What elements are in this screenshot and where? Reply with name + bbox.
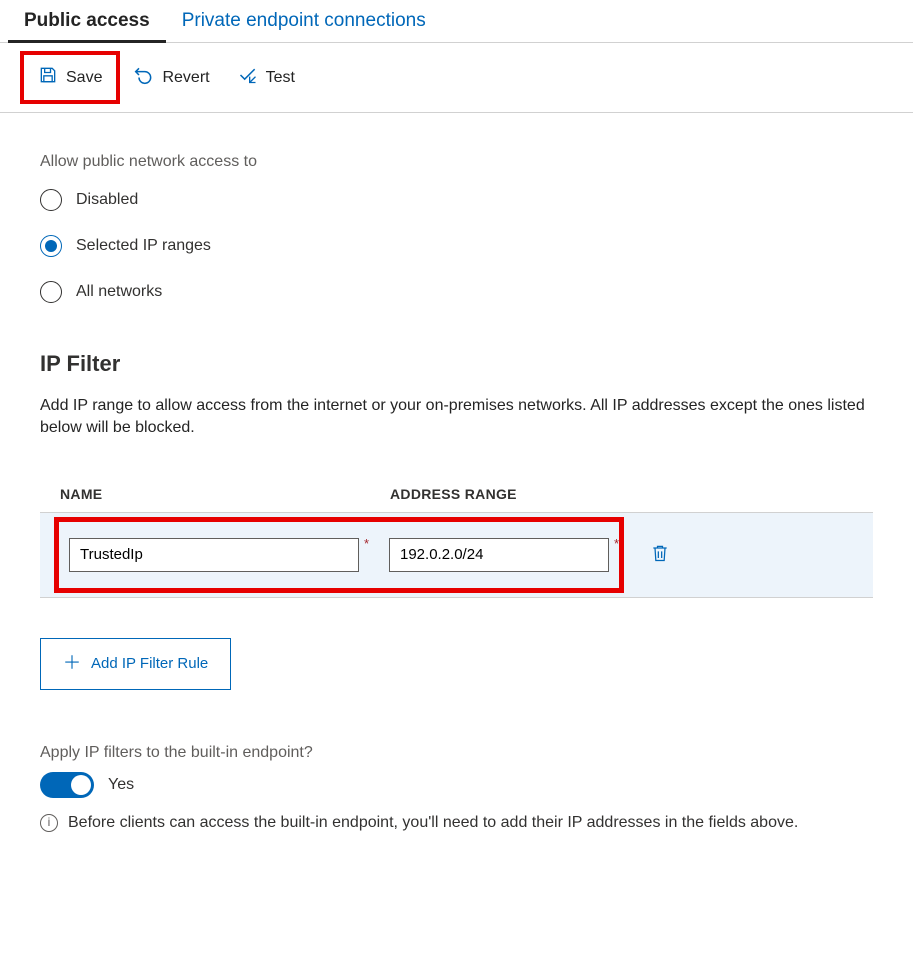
- revert-icon: [134, 65, 154, 90]
- radio-icon: [40, 235, 62, 257]
- access-radio-group: Disabled Selected IP ranges All networks: [40, 189, 873, 303]
- required-indicator: *: [364, 536, 369, 551]
- builtin-info-text: Before clients can access the built-in e…: [68, 812, 798, 834]
- builtin-endpoint-label: Apply IP filters to the built-in endpoin…: [40, 744, 873, 762]
- ip-filter-heading: IP Filter: [40, 351, 873, 377]
- radio-selected-ip-label: Selected IP ranges: [76, 237, 211, 255]
- address-field-wrap: *: [389, 538, 609, 572]
- builtin-endpoint-toggle[interactable]: [40, 772, 94, 798]
- ip-filter-row: * *: [40, 512, 873, 598]
- tab-private-endpoint[interactable]: Private endpoint connections: [166, 0, 442, 43]
- access-section-label: Allow public network access to: [40, 153, 873, 171]
- save-button[interactable]: Save: [24, 55, 116, 100]
- radio-selected-ip[interactable]: Selected IP ranges: [40, 235, 873, 257]
- col-header-name: NAME: [60, 486, 390, 502]
- test-icon: [238, 65, 258, 90]
- plus-icon: [63, 653, 81, 675]
- builtin-endpoint-section: Apply IP filters to the built-in endpoin…: [40, 744, 873, 834]
- content-area: Allow public network access to Disabled …: [0, 113, 913, 854]
- radio-icon: [40, 189, 62, 211]
- save-button-highlight: Save: [20, 51, 120, 104]
- trash-icon: [650, 552, 670, 567]
- ip-filter-description: Add IP range to allow access from the in…: [40, 395, 873, 440]
- test-button[interactable]: Test: [224, 55, 309, 100]
- add-ip-filter-label: Add IP Filter Rule: [91, 655, 208, 672]
- revert-label: Revert: [162, 69, 209, 87]
- radio-disabled-label: Disabled: [76, 191, 138, 209]
- radio-icon: [40, 281, 62, 303]
- builtin-toggle-row: Yes: [40, 772, 873, 798]
- test-label: Test: [266, 69, 295, 87]
- toolbar: Save Revert Test: [0, 43, 913, 113]
- add-ip-filter-rule-button[interactable]: Add IP Filter Rule: [40, 638, 231, 690]
- tab-public-access[interactable]: Public access: [8, 0, 166, 43]
- ip-filter-address-input[interactable]: [389, 538, 609, 572]
- ip-filter-table-header: NAME ADDRESS RANGE: [40, 476, 873, 512]
- toggle-knob: [71, 775, 91, 795]
- info-icon: i: [40, 814, 58, 832]
- ip-filter-name-input[interactable]: [69, 538, 359, 572]
- revert-button[interactable]: Revert: [120, 55, 223, 100]
- radio-all-networks[interactable]: All networks: [40, 281, 873, 303]
- save-icon: [38, 65, 58, 90]
- save-label: Save: [66, 69, 102, 87]
- builtin-toggle-value: Yes: [108, 776, 134, 794]
- name-field-wrap: *: [69, 538, 359, 572]
- delete-cell: [624, 538, 674, 571]
- ip-filter-row-highlight: * *: [54, 517, 624, 593]
- radio-all-label: All networks: [76, 283, 162, 301]
- tabs-bar: Public access Private endpoint connectio…: [0, 0, 913, 43]
- required-indicator: *: [614, 536, 619, 551]
- radio-disabled[interactable]: Disabled: [40, 189, 873, 211]
- col-header-address-range: ADDRESS RANGE: [390, 486, 650, 502]
- delete-ip-filter-button[interactable]: [646, 538, 674, 571]
- builtin-info-row: i Before clients can access the built-in…: [40, 812, 873, 834]
